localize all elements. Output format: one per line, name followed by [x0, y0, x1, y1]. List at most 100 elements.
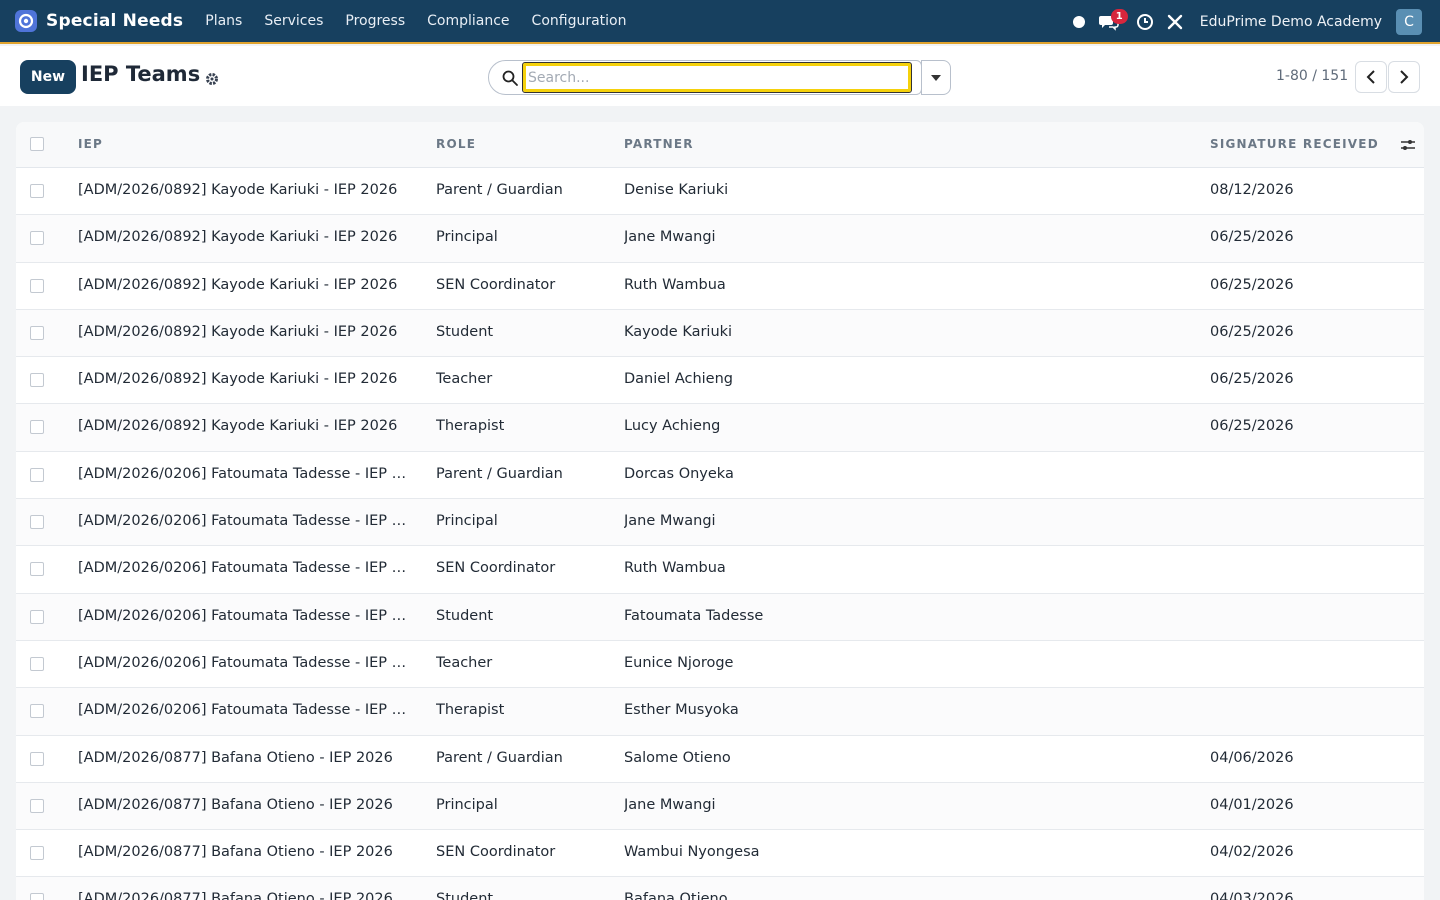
company-switcher[interactable]: EduPrime Demo Academy [1200, 14, 1382, 30]
cell-signature-received: 06/25/2026 [1210, 229, 1294, 246]
row-checkbox[interactable] [30, 751, 44, 766]
table-row[interactable]: [ADM/2026/0206] Fatoumata Tadesse - IEP … [16, 546, 1424, 594]
table-row[interactable]: [ADM/2026/0877] Bafana Otieno - IEP 2026… [16, 735, 1424, 783]
row-checkbox[interactable] [30, 420, 44, 435]
status-dot-icon[interactable] [1064, 0, 1094, 44]
cell-iep: [ADM/2026/0877] Bafana Otieno - IEP 2026 [78, 796, 393, 813]
table-row[interactable]: [ADM/2026/0206] Fatoumata Tadesse - IEP … [16, 451, 1424, 500]
table-row[interactable]: [ADM/2026/0892] Kayode Kariuki - IEP 202… [16, 262, 1424, 310]
cell-signature-received: 04/01/2026 [1210, 796, 1294, 813]
menu-item-services[interactable]: Services [253, 13, 334, 29]
search-icon [501, 69, 519, 87]
page-title: IEP Teams [81, 62, 201, 86]
row-checkbox[interactable] [30, 893, 44, 900]
new-button[interactable]: New [20, 60, 76, 94]
messages-icon[interactable]: 1 [1094, 0, 1128, 44]
row-checkbox[interactable] [30, 704, 44, 719]
chevron-left-icon [1366, 70, 1375, 84]
column-header-partner[interactable]: PARTNER [624, 137, 694, 151]
table-row[interactable]: [ADM/2026/0206] Fatoumata Tadesse - IEP … [16, 593, 1424, 641]
cell-partner: Esther Musyoka [624, 702, 739, 719]
clock-icon[interactable] [1130, 0, 1160, 44]
message-count-badge: 1 [1110, 9, 1128, 24]
search-bar [488, 60, 922, 95]
search-options-toggle[interactable] [921, 60, 951, 95]
cell-partner: Dorcas Onyeka [624, 465, 734, 482]
cell-signature-received: 06/25/2026 [1210, 418, 1294, 435]
list-header: IEP ROLE PARTNER SIGNATURE RECEIVED [16, 122, 1424, 168]
menu-item-compliance[interactable]: Compliance [416, 13, 520, 29]
tools-icon[interactable] [1160, 0, 1190, 44]
table-row[interactable]: [ADM/2026/0892] Kayode Kariuki - IEP 202… [16, 215, 1424, 263]
cell-signature-received: 06/25/2026 [1210, 276, 1294, 293]
row-checkbox[interactable] [30, 562, 44, 577]
cell-signature-received: 06/25/2026 [1210, 371, 1294, 388]
menu-item-progress[interactable]: Progress [334, 13, 416, 29]
row-checkbox[interactable] [30, 846, 44, 861]
cell-role: SEN Coordinator [436, 844, 556, 861]
cell-role: Principal [436, 513, 498, 530]
row-checkbox[interactable] [30, 609, 44, 624]
main-menu: Plans Services Progress Compliance Confi… [194, 13, 637, 29]
cell-partner: Lucy Achieng [624, 418, 721, 435]
column-header-iep[interactable]: IEP [78, 137, 103, 151]
cell-partner: Kayode Kariuki [624, 323, 733, 340]
cell-partner: Jane Mwangi [624, 796, 716, 813]
cell-signature-received: 04/03/2026 [1210, 891, 1294, 900]
cell-iep: [ADM/2026/0206] Fatoumata Tadesse - IEP … [78, 465, 411, 482]
menu-item-configuration[interactable]: Configuration [521, 13, 638, 29]
cell-role: SEN Coordinator [436, 276, 556, 293]
cell-partner: Denise Kariuki [624, 182, 729, 198]
table-row[interactable]: [ADM/2026/0206] Fatoumata Tadesse - IEP … [16, 688, 1424, 736]
pager-previous-button[interactable] [1355, 61, 1387, 93]
cell-role: Therapist [436, 418, 505, 435]
select-all-checkbox[interactable] [30, 137, 44, 151]
table-row[interactable]: [ADM/2026/0877] Bafana Otieno - IEP 2026… [16, 782, 1424, 831]
cell-iep: [ADM/2026/0892] Kayode Kariuki - IEP 202… [78, 418, 398, 435]
search-input[interactable] [522, 62, 912, 93]
table-row[interactable]: [ADM/2026/0877] Bafana Otieno - IEP 2026… [16, 830, 1424, 878]
pager-value[interactable]: 1-80 / 151 [1276, 68, 1348, 84]
cell-iep: [ADM/2026/0206] Fatoumata Tadesse - IEP … [78, 702, 411, 719]
table-row[interactable]: [ADM/2026/0206] Fatoumata Tadesse - IEP … [16, 640, 1424, 689]
cell-iep: [ADM/2026/0877] Bafana Otieno - IEP 2026 [78, 749, 393, 766]
table-row[interactable]: [ADM/2026/0892] Kayode Kariuki - IEP 202… [16, 357, 1424, 405]
row-checkbox[interactable] [30, 325, 44, 340]
column-header-role[interactable]: ROLE [436, 137, 476, 151]
cell-role: Principal [436, 796, 498, 813]
row-checkbox[interactable] [30, 656, 44, 671]
row-checkbox[interactable] [30, 231, 44, 246]
menu-item-plans[interactable]: Plans [194, 13, 253, 29]
row-checkbox[interactable] [30, 184, 44, 198]
cell-role: Student [436, 891, 494, 900]
row-checkbox[interactable] [30, 278, 44, 293]
control-panel: New IEP Teams 1-80 / 151 [0, 46, 1440, 106]
row-checkbox[interactable] [30, 798, 44, 813]
pager-next-button[interactable] [1388, 61, 1420, 93]
row-checkbox[interactable] [30, 515, 44, 530]
app-title[interactable]: Special Needs [46, 11, 183, 31]
cell-partner: Daniel Achieng [624, 371, 733, 388]
user-avatar[interactable]: C [1396, 9, 1422, 35]
navbar-systray: 1 EduPrime Demo Academy C [1064, 0, 1440, 44]
row-checkbox[interactable] [30, 373, 44, 388]
cell-iep: [ADM/2026/0206] Fatoumata Tadesse - IEP … [78, 513, 411, 530]
cell-partner: Fatoumata Tadesse [624, 607, 764, 624]
cell-partner: Eunice Njoroge [624, 654, 734, 671]
column-header-signature-received[interactable]: SIGNATURE RECEIVED [1210, 137, 1379, 151]
app-logo-icon[interactable] [15, 10, 37, 32]
row-checkbox[interactable] [30, 467, 44, 482]
table-row[interactable]: [ADM/2026/0892] Kayode Kariuki - IEP 202… [16, 404, 1424, 452]
table-row[interactable]: [ADM/2026/0206] Fatoumata Tadesse - IEP … [16, 499, 1424, 547]
cell-iep: [ADM/2026/0206] Fatoumata Tadesse - IEP … [78, 560, 411, 577]
cell-role: Parent / Guardian [436, 465, 563, 482]
optional-columns-icon[interactable] [1399, 136, 1417, 154]
table-row[interactable]: [ADM/2026/0877] Bafana Otieno - IEP 2026… [16, 877, 1424, 900]
cell-role: Therapist [436, 702, 505, 719]
gear-icon[interactable] [205, 71, 219, 85]
cell-iep: [ADM/2026/0877] Bafana Otieno - IEP 2026 [78, 844, 393, 861]
table-row[interactable]: [ADM/2026/0892] Kayode Kariuki - IEP 202… [16, 309, 1424, 358]
table-row[interactable]: [ADM/2026/0892] Kayode Kariuki - IEP 202… [16, 168, 1424, 216]
cell-partner: Ruth Wambua [624, 276, 726, 293]
cell-role: Student [436, 607, 494, 624]
